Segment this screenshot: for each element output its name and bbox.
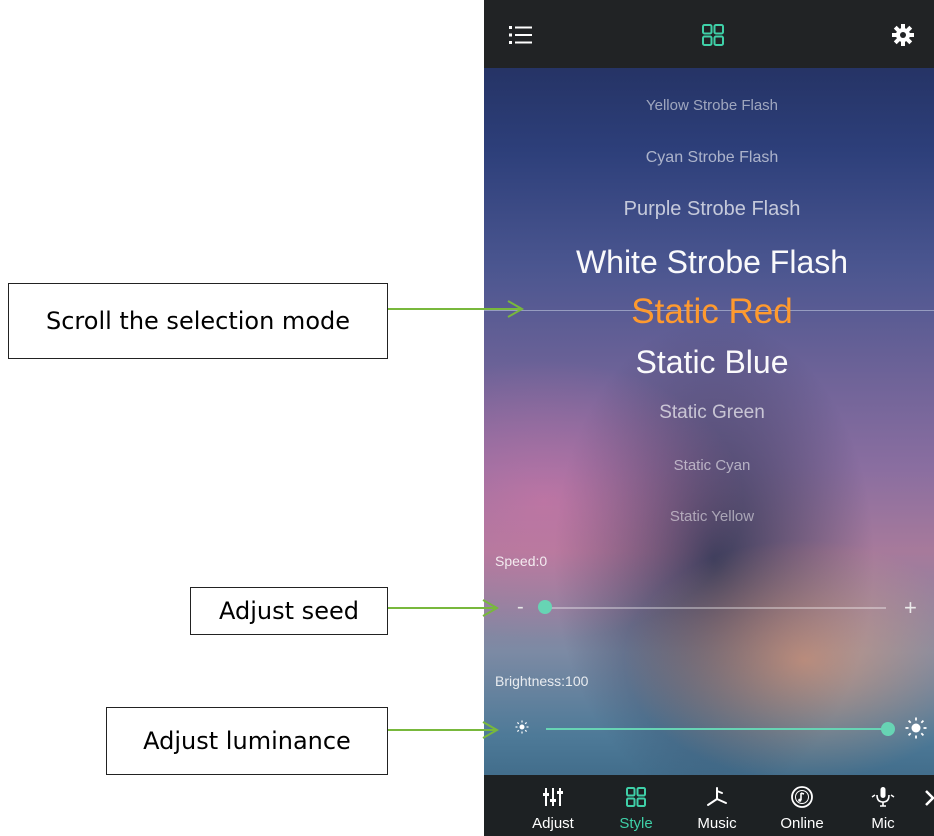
tab-mic[interactable]: Mic xyxy=(847,775,919,836)
mode-option-selected[interactable]: Static Red xyxy=(484,292,934,332)
top-bar xyxy=(484,0,934,68)
online-music-icon xyxy=(791,786,813,808)
mode-option[interactable]: White Strobe Flash xyxy=(484,244,934,281)
callout-text: Scroll the selection mode xyxy=(46,307,350,335)
chevron-right-icon[interactable] xyxy=(924,789,934,807)
mode-option[interactable]: Static Yellow xyxy=(484,508,934,525)
callout-text: Adjust seed xyxy=(219,597,359,625)
brightness-label: Brightness:100 xyxy=(495,673,589,689)
tab-label: Adjust xyxy=(532,815,574,832)
speed-label: Speed:0 xyxy=(495,553,548,569)
gear-icon[interactable] xyxy=(890,22,916,48)
mode-option[interactable]: Purple Strobe Flash xyxy=(484,198,934,221)
mode-option[interactable]: Static Blue xyxy=(484,344,934,381)
tab-music[interactable]: Music xyxy=(681,775,753,836)
speed-slider-track[interactable] xyxy=(546,607,886,609)
brightness-slider-fill xyxy=(546,728,886,730)
tab-style[interactable]: Style xyxy=(600,775,672,836)
callout-scroll-selection: Scroll the selection mode xyxy=(8,283,388,359)
brightness-low-icon xyxy=(515,720,529,734)
grid-icon xyxy=(626,787,646,807)
tab-label: Mic xyxy=(871,815,895,832)
mic-icon xyxy=(871,787,895,807)
mode-option[interactable]: Static Cyan xyxy=(484,457,934,474)
bottom-tab-bar: Adjust Style Music Online Mic xyxy=(484,775,934,836)
tab-label: Online xyxy=(780,815,824,832)
speed-increase-button[interactable]: + xyxy=(904,595,917,621)
mode-option[interactable]: Static Green xyxy=(484,402,934,424)
brightness-slider-thumb[interactable] xyxy=(881,722,895,736)
callout-text: Adjust luminance xyxy=(143,727,351,755)
callout-adjust-brightness: Adjust luminance xyxy=(106,707,388,775)
tab-label: Style xyxy=(619,815,653,832)
tab-online[interactable]: Online xyxy=(766,775,838,836)
music-icon xyxy=(707,787,727,806)
mode-option[interactable]: Yellow Strobe Flash xyxy=(484,97,934,114)
callout-adjust-speed: Adjust seed xyxy=(190,587,388,635)
tab-label: Music xyxy=(697,815,737,832)
menu-list-icon[interactable] xyxy=(508,22,534,48)
speed-decrease-button[interactable]: - xyxy=(517,596,524,619)
phone-screen: Yellow Strobe Flash Cyan Strobe Flash Pu… xyxy=(484,0,934,836)
brightness-high-icon xyxy=(905,717,927,739)
tab-adjust[interactable]: Adjust xyxy=(517,775,589,836)
grid-icon[interactable] xyxy=(700,22,726,48)
mode-option[interactable]: Cyan Strobe Flash xyxy=(484,149,934,167)
sliders-icon xyxy=(543,788,563,806)
speed-slider-thumb[interactable] xyxy=(538,600,552,614)
